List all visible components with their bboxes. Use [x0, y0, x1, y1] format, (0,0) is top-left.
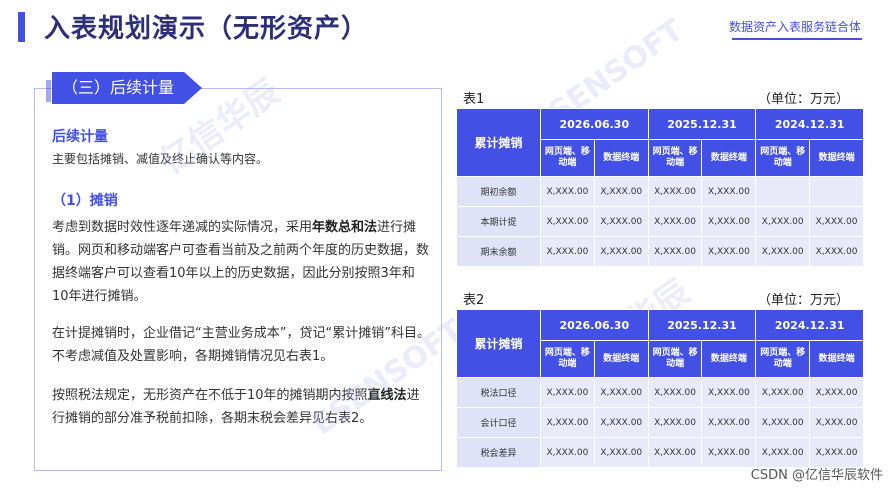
date-header: 2026.06.30: [540, 108, 649, 140]
page-title: 入表规划演示（无形资产）: [44, 14, 369, 44]
col-header-terminal: 数据终端: [593, 139, 649, 177]
paragraph-entry: 在计提摊销时，企业借记“主营业务成本”，贷记“累计摊销”科目。不考虑减值及处置影…: [52, 326, 430, 364]
table-row: 会计口径 X,XXX.00 X,XXX.00 X,XXX.00 X,XXX.00 X,XX…: [456, 407, 864, 438]
row-name-cell: 会计口径: [456, 407, 541, 438]
brand-label: 数据资产入表服务链合体: [728, 20, 861, 34]
value-cell: X,XXX.00: [540, 407, 595, 438]
value-cell: X,XXX.00: [809, 377, 864, 408]
col-header-web: 网页端、移动端: [755, 340, 811, 378]
table-row: 本期计提 X,XXX.00 X,XXX.00 X,XXX.00 X,XXX.00 X,XX…: [456, 206, 864, 237]
value-cell: X,XXX.00: [647, 206, 703, 237]
col-header-web: 网页端、移动端: [540, 139, 595, 177]
table-row: 期末余额 X,XXX.00 X,XXX.00 X,XXX.00 X,XXX.00 X,XX…: [456, 236, 864, 267]
date-header: 2025.12.31: [647, 309, 757, 341]
table-corner-header: 累计摊销: [456, 309, 541, 378]
paragraph-tax-bold: 直线法: [367, 388, 407, 403]
value-cell: X,XXX.00: [755, 236, 811, 267]
row-name-cell: 本期计提: [456, 206, 541, 237]
value-cell: X,XXX.00: [701, 437, 757, 468]
tab-decoration: [46, 80, 51, 102]
table2-unit: （单位：万元）: [758, 293, 850, 308]
value-cell: X,XXX.00: [540, 236, 595, 267]
brand-underline: [732, 38, 862, 40]
value-cell: X,XXX.00: [809, 407, 864, 438]
value-cell: X,XXX.00: [540, 206, 595, 237]
value-cell: X,XXX.00: [701, 176, 757, 207]
paragraph-method-bold: 年数总和法: [312, 220, 378, 235]
value-cell: X,XXX.00: [701, 236, 757, 267]
table2-label: 表2: [463, 293, 485, 308]
col-header-terminal: 数据终端: [809, 340, 864, 378]
value-cell: [809, 176, 864, 207]
col-header-web: 网页端、移动端: [540, 340, 595, 378]
section-subhead: 后续计量: [52, 129, 108, 145]
amortization-heading: （1）摊销: [52, 193, 118, 209]
col-header-web: 网页端、移动端: [647, 139, 703, 177]
value-cell: X,XXX.00: [755, 437, 811, 468]
amortization-table: 累计摊销 2026.06.30 2025.12.31 2024.12.31 网页…: [456, 108, 864, 267]
table1-label: 表1: [463, 92, 485, 107]
value-cell: X,XXX.00: [593, 437, 649, 468]
section-tab: （三）后续计量: [52, 72, 202, 104]
table-corner-header: 累计摊销: [456, 108, 541, 177]
value-cell: X,XXX.00: [647, 407, 703, 438]
value-cell: X,XXX.00: [647, 236, 703, 267]
col-header-web: 网页端、移动端: [647, 340, 703, 378]
value-cell: X,XXX.00: [540, 377, 595, 408]
value-cell: X,XXX.00: [755, 377, 811, 408]
col-header-terminal: 数据终端: [701, 139, 757, 177]
row-name-cell: 期初余额: [456, 176, 541, 207]
row-name-cell: 税会差异: [456, 437, 541, 468]
value-cell: X,XXX.00: [647, 176, 703, 207]
value-cell: X,XXX.00: [647, 377, 703, 408]
table-row: 期初余额 X,XXX.00 X,XXX.00 X,XXX.00 X,XXX.00: [456, 176, 864, 207]
date-header: 2025.12.31: [647, 108, 757, 140]
col-header-terminal: 数据终端: [809, 139, 864, 177]
value-cell: X,XXX.00: [701, 206, 757, 237]
value-cell: X,XXX.00: [809, 437, 864, 468]
value-cell: X,XXX.00: [809, 236, 864, 267]
value-cell: X,XXX.00: [701, 377, 757, 408]
value-cell: [755, 176, 811, 207]
table-row: 税法口径 X,XXX.00 X,XXX.00 X,XXX.00 X,XXX.00 X,XX…: [456, 377, 864, 408]
tax-difference-table: 累计摊销 2026.06.30 2025.12.31 2024.12.31 网页…: [456, 309, 864, 468]
value-cell: X,XXX.00: [809, 206, 864, 237]
col-header-web: 网页端、移动端: [755, 139, 811, 177]
value-cell: X,XXX.00: [593, 377, 649, 408]
value-cell: X,XXX.00: [755, 407, 811, 438]
value-cell: X,XXX.00: [593, 407, 649, 438]
value-cell: X,XXX.00: [593, 206, 649, 237]
value-cell: X,XXX.00: [593, 236, 649, 267]
date-header: 2024.12.31: [755, 309, 864, 341]
paragraph-tax: 按照税法规定，无形资产在不低于10年的摊销期内按照直线法进行摊销的部分准予税前扣…: [52, 384, 430, 430]
title-accent-bar: [18, 12, 25, 42]
value-cell: X,XXX.00: [540, 437, 595, 468]
value-cell: X,XXX.00: [647, 437, 703, 468]
footer-credit: CSDN @亿信华辰软件: [750, 468, 883, 483]
col-header-terminal: 数据终端: [701, 340, 757, 378]
section-intro: 主要包括摊销、减值及终止确认等内容。: [52, 152, 269, 166]
value-cell: X,XXX.00: [540, 176, 595, 207]
value-cell: X,XXX.00: [593, 176, 649, 207]
date-header: 2026.06.30: [540, 309, 649, 341]
col-header-terminal: 数据终端: [593, 340, 649, 378]
paragraph-tax-part1: 按照税法规定，无形资产在不低于10年的摊销期内按照: [52, 388, 368, 403]
row-name-cell: 税法口径: [456, 377, 541, 408]
date-header: 2024.12.31: [755, 108, 864, 140]
paragraph-method-part1: 考虑到数据时效性逐年递减的实际情况，采用: [52, 220, 313, 235]
paragraph-method: 考虑到数据时效性逐年递减的实际情况，采用年数总和法进行摊销。网页和移动端客户可查…: [52, 216, 430, 308]
value-cell: X,XXX.00: [755, 206, 811, 237]
table1-unit: （单位：万元）: [758, 92, 850, 107]
table-row: 税会差异 X,XXX.00 X,XXX.00 X,XXX.00 X,XXX.00 X,XX…: [456, 437, 864, 468]
value-cell: X,XXX.00: [701, 407, 757, 438]
row-name-cell: 期末余额: [456, 236, 541, 267]
